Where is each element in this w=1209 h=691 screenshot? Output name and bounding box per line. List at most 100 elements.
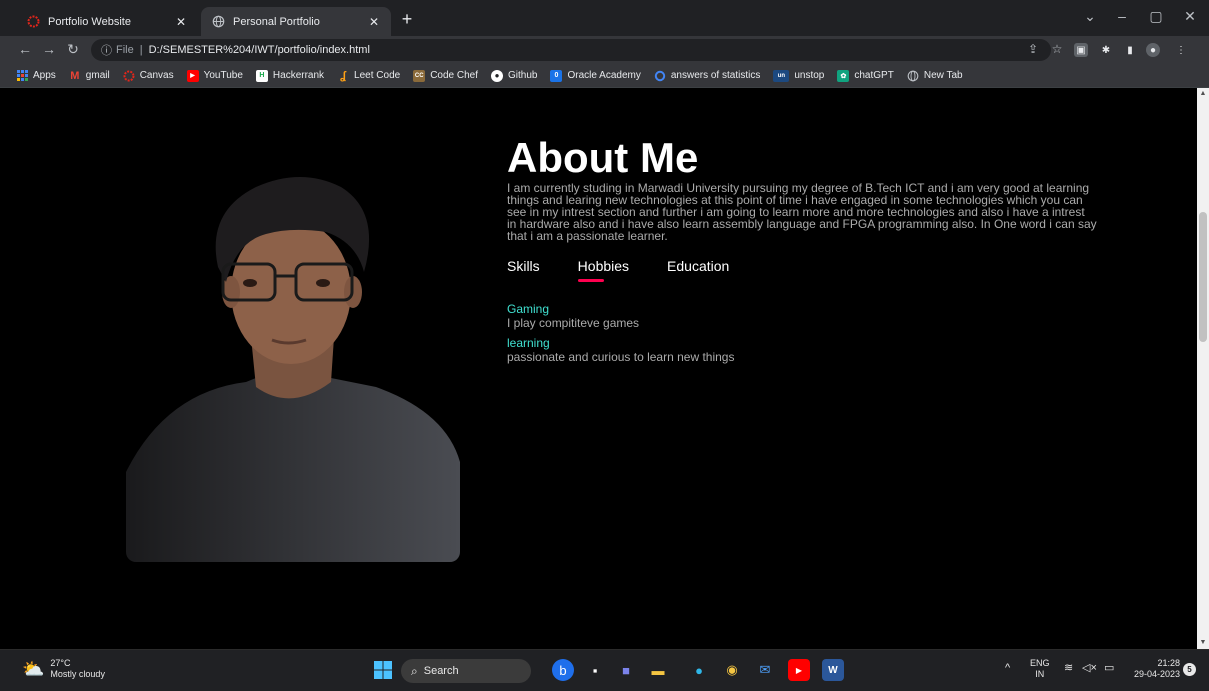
scroll-up-arrow-icon[interactable]: ▲ (1197, 88, 1209, 100)
puzzle-extensions-icon[interactable]: ✱ (1099, 43, 1113, 57)
clock[interactable]: 21:28 29-04-2023 (1128, 658, 1180, 680)
leetcode-icon: ʆ (340, 69, 347, 82)
maximize-icon[interactable]: ▢ (1146, 8, 1166, 25)
bookmark-label: unstop (794, 70, 825, 81)
forward-arrow-icon[interactable]: → (40, 41, 58, 57)
bookmark-unstop[interactable]: un unstop (773, 69, 825, 82)
bookmark-oracle-academy[interactable]: 0 Oracle Academy (550, 69, 641, 82)
chevron-up-icon[interactable]: ^ (1005, 663, 1010, 674)
about-section: About Me I am currently studing in Marwa… (507, 136, 1097, 371)
speaker-muted-icon[interactable]: ◁× (1082, 663, 1097, 674)
mail-icon[interactable]: ✉ (754, 659, 776, 681)
word-icon[interactable]: W (822, 659, 844, 681)
bookmark-label: gmail (85, 70, 110, 81)
canvas-icon (26, 15, 40, 29)
extension-icon[interactable]: ▣ (1074, 43, 1088, 57)
wifi-icon[interactable]: ≋ (1064, 663, 1073, 674)
chatgpt-icon: ✿ (837, 69, 850, 82)
vertical-scrollbar[interactable]: ▲ ▼ (1197, 88, 1209, 649)
bookmark-label: Hackerrank (272, 70, 325, 81)
profile-avatar[interactable]: ● (1146, 43, 1160, 57)
bookmark-hackerrank[interactable]: H Hackerrank (255, 69, 325, 82)
scrollbar-thumb[interactable] (1199, 212, 1207, 342)
oracle-icon: 0 (550, 69, 563, 82)
minimize-icon[interactable]: – (1112, 8, 1132, 24)
tab-title: Portfolio Website (48, 15, 131, 28)
new-tab-plus-icon[interactable]: + (397, 9, 417, 30)
bookmark-apps[interactable]: Apps (16, 70, 56, 82)
address-toolbar: ← → ↻ ⓘ File | D:/SEMESTER%204/IWT/portf… (0, 36, 1209, 64)
tab-search-chevron-icon[interactable]: ⌄ (1080, 8, 1100, 25)
tab-strip: Portfolio Website ✕ Personal Portfolio ✕… (0, 0, 1209, 36)
bookmark-leetcode[interactable]: ʆ Leet Code (337, 70, 400, 82)
bookmark-canvas[interactable]: Canvas (123, 70, 174, 82)
back-arrow-icon[interactable]: ← (16, 41, 34, 57)
menu-kebab-icon[interactable]: ⋮ (1174, 43, 1188, 57)
github-icon: ● (491, 69, 504, 82)
notification-badge[interactable]: 5 (1183, 663, 1196, 676)
weather-widget[interactable]: ⛅ 27°C Mostly cloudy (22, 658, 105, 680)
file-explorer-icon[interactable]: ▬ (647, 659, 669, 681)
close-icon[interactable]: ✕ (174, 15, 188, 29)
side-panel-icon[interactable]: ▮ (1123, 43, 1137, 57)
address-bar[interactable]: ⓘ File | D:/SEMESTER%204/IWT/portfolio/i… (91, 39, 1051, 61)
bookmark-youtube[interactable]: ▶ YouTube (186, 69, 243, 82)
language-code: ENG (1030, 658, 1050, 668)
youtube-icon: ▶ (186, 69, 199, 82)
taskbar-search-label: Search (423, 665, 459, 677)
cloudy-weather-icon: ⛅ (22, 658, 45, 679)
bookmark-star-icon[interactable]: ☆ (1049, 42, 1065, 56)
bookmark-github[interactable]: ● Github (491, 69, 538, 82)
edge-icon[interactable]: ● (688, 659, 710, 681)
search-icon (654, 70, 666, 82)
windows-start-icon[interactable] (372, 659, 394, 681)
bookmark-gmail[interactable]: M gmail (69, 70, 110, 82)
scroll-down-arrow-icon[interactable]: ▼ (1197, 637, 1209, 649)
hobby-name: Gaming (507, 302, 550, 316)
tab-skills[interactable]: Skills (507, 258, 540, 282)
bookmark-label: Github (508, 70, 538, 81)
tab-hobbies[interactable]: Hobbies (577, 258, 629, 282)
taskbar-search-box[interactable]: ⌕ Search (401, 659, 531, 683)
teams-chat-icon[interactable]: ■ (615, 659, 637, 681)
bookmark-label: Canvas (139, 70, 174, 81)
globe-icon (211, 15, 225, 29)
weather-description: Mostly cloudy (50, 669, 105, 679)
chrome-icon[interactable]: ◉ (721, 659, 743, 681)
tab-portfolio-website[interactable]: Portfolio Website ✕ (16, 7, 198, 36)
canvas-icon (123, 70, 135, 82)
bookmarks-bar: Apps M gmail Canvas ▶ YouTube H Hackerra… (0, 64, 1209, 88)
language-indicator[interactable]: ENG IN (1030, 658, 1050, 680)
close-icon[interactable]: ✕ (367, 15, 381, 29)
url-separator-icon: | (139, 44, 143, 56)
hobby-name: learning (507, 336, 550, 350)
bookmark-label: Apps (33, 70, 56, 81)
hobby-detail: I play compititeve games (507, 316, 640, 330)
tab-title: Personal Portfolio (233, 15, 320, 28)
browser-window: Portfolio Website ✕ Personal Portfolio ✕… (0, 0, 1209, 691)
reload-icon[interactable]: ↻ (64, 41, 82, 58)
task-view-icon[interactable]: ▪ (584, 659, 606, 681)
bookmark-answers-of-statistics[interactable]: answers of statistics (654, 70, 760, 82)
tab-personal-portfolio[interactable]: Personal Portfolio ✕ (201, 7, 391, 36)
bookmark-chatgpt[interactable]: ✿ chatGPT (837, 69, 894, 82)
tab-education[interactable]: Education (667, 258, 729, 282)
bookmark-new-tab[interactable]: New Tab (907, 70, 963, 82)
bookmark-codechef[interactable]: CC Code Chef (413, 69, 479, 82)
bing-icon[interactable]: b (552, 659, 574, 681)
bookmark-label: YouTube (203, 70, 243, 81)
codechef-icon: CC (413, 69, 426, 82)
url-scheme: File (116, 44, 134, 56)
bookmark-label: answers of statistics (670, 70, 761, 81)
bookmark-label: Code Chef (430, 70, 479, 81)
bookmark-label: Oracle Academy (567, 70, 641, 81)
unstop-icon: un (773, 69, 790, 82)
info-icon[interactable]: ⓘ (101, 42, 112, 58)
battery-icon[interactable]: ▭ (1104, 663, 1114, 674)
about-tabs: Skills Hobbies Education (507, 258, 1097, 282)
window-close-icon[interactable]: ✕ (1180, 8, 1200, 25)
hobbies-list: Gaming I play compititeve games learning… (507, 302, 1097, 365)
youtube-icon[interactable]: ▶ (788, 659, 810, 681)
list-item: learning passionate and curious to learn… (507, 336, 1097, 365)
share-icon[interactable]: ⇪ (1025, 42, 1041, 56)
